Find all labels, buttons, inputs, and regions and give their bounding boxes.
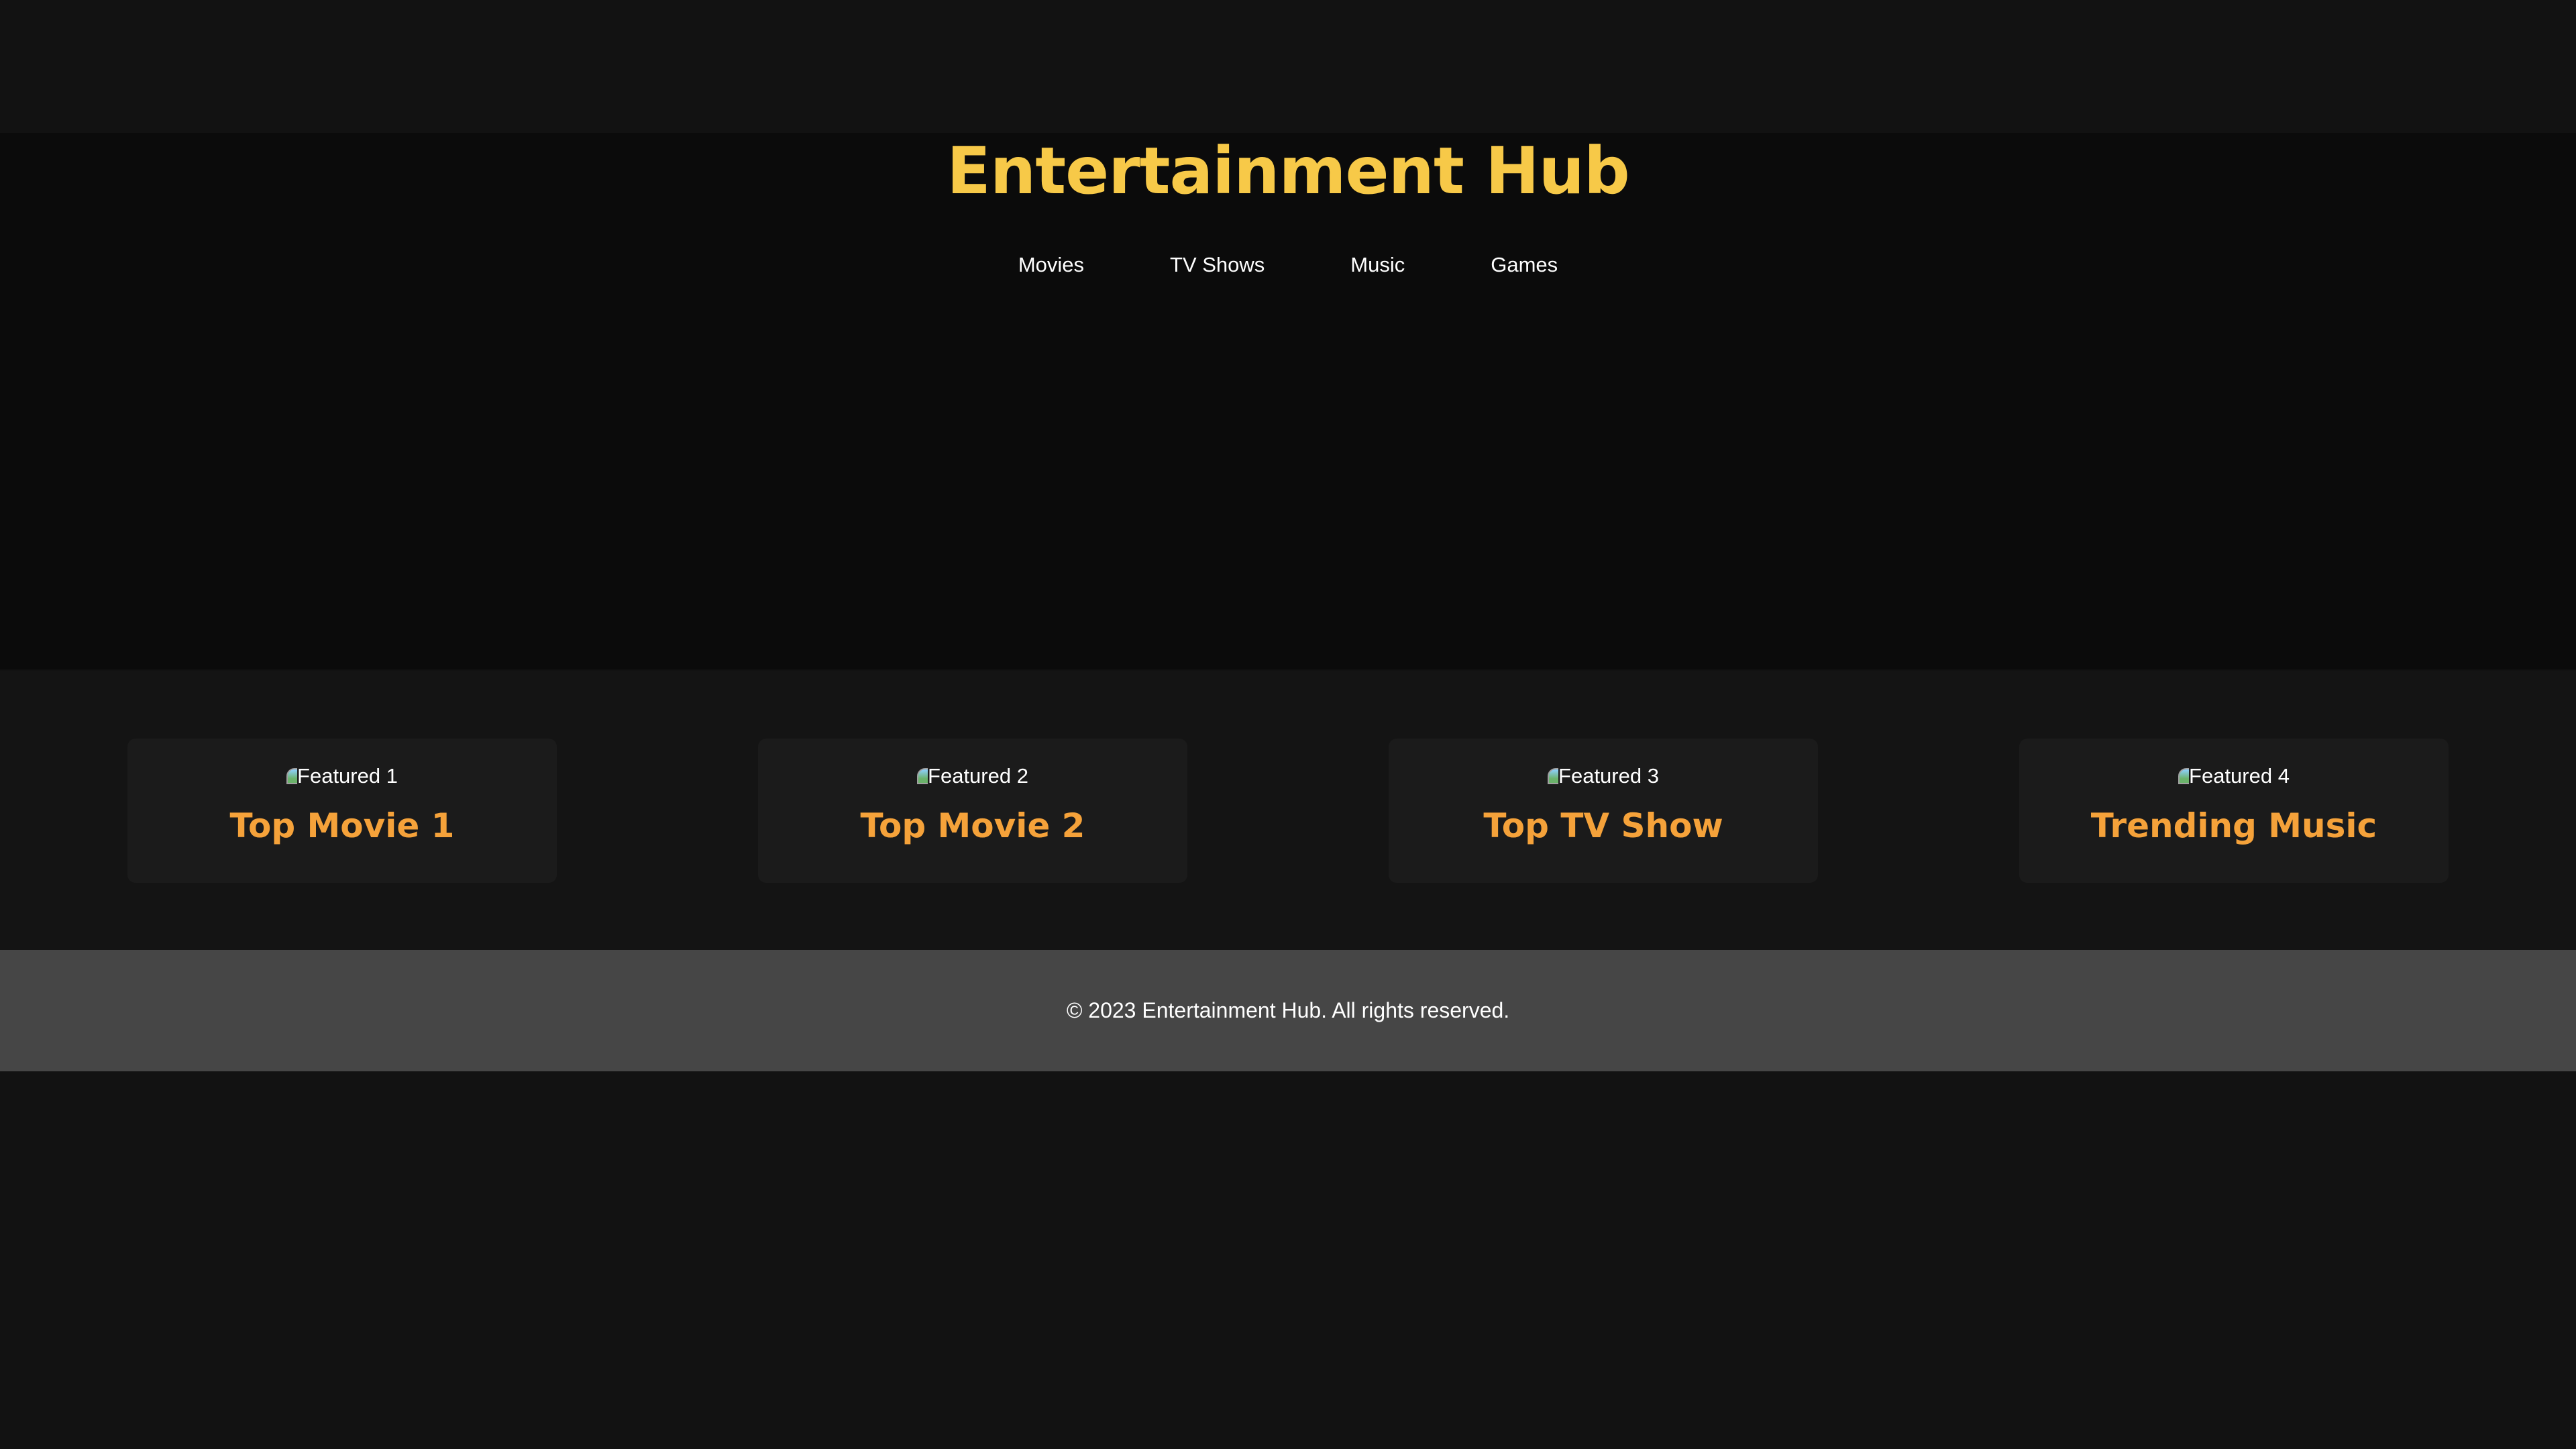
featured-section: Featured 1 Top Movie 1 Featured 2 Top Mo… <box>0 671 2576 950</box>
nav-item-movies[interactable]: Movies <box>975 248 1127 282</box>
featured-card-4[interactable]: Featured 4 Trending Music <box>2019 739 2449 883</box>
card-title: Top Movie 1 <box>229 806 455 845</box>
page: Entertainment Hub Movies TV Shows Music … <box>0 0 2576 1449</box>
site-title: Entertainment Hub <box>947 133 1629 209</box>
nav-item-games[interactable]: Games <box>1448 248 1601 282</box>
featured-card-1[interactable]: Featured 1 Top Movie 1 <box>127 739 557 883</box>
featured-image-2: Featured 2 <box>758 763 1187 790</box>
footer: © 2023 Entertainment Hub. All rights res… <box>0 950 2576 1071</box>
image-alt-label: Featured 2 <box>928 764 1028 788</box>
footer-copyright: © 2023 Entertainment Hub. All rights res… <box>1066 998 1510 1022</box>
nav-item-music[interactable]: Music <box>1307 248 1448 282</box>
broken-image-icon <box>2178 767 2190 786</box>
image-alt-label: Featured 3 <box>1558 764 1659 788</box>
featured-image-3: Featured 3 <box>1389 763 1818 790</box>
image-alt-text: Featured 4 <box>2178 764 2290 788</box>
image-alt-text: Featured 1 <box>286 764 398 788</box>
card-title: Trending Music <box>2090 806 2377 845</box>
broken-image-icon <box>917 767 928 786</box>
image-alt-label: Featured 1 <box>297 764 398 788</box>
featured-card-3[interactable]: Featured 3 Top TV Show <box>1389 739 1818 883</box>
main-nav: Movies TV Shows Music Games <box>0 248 2576 282</box>
image-alt-text: Featured 3 <box>1548 764 1659 788</box>
featured-card-2[interactable]: Featured 2 Top Movie 2 <box>758 739 1187 883</box>
card-title: Top TV Show <box>1483 806 1723 845</box>
card-title: Top Movie 2 <box>860 806 1085 845</box>
broken-image-icon <box>286 767 298 786</box>
featured-image-1: Featured 1 <box>127 763 557 790</box>
nav-item-tv-shows[interactable]: TV Shows <box>1127 248 1307 282</box>
image-alt-label: Featured 4 <box>2189 764 2290 788</box>
featured-image-4: Featured 4 <box>2019 763 2449 790</box>
image-alt-text: Featured 2 <box>917 764 1028 788</box>
broken-image-icon <box>1548 767 1559 786</box>
